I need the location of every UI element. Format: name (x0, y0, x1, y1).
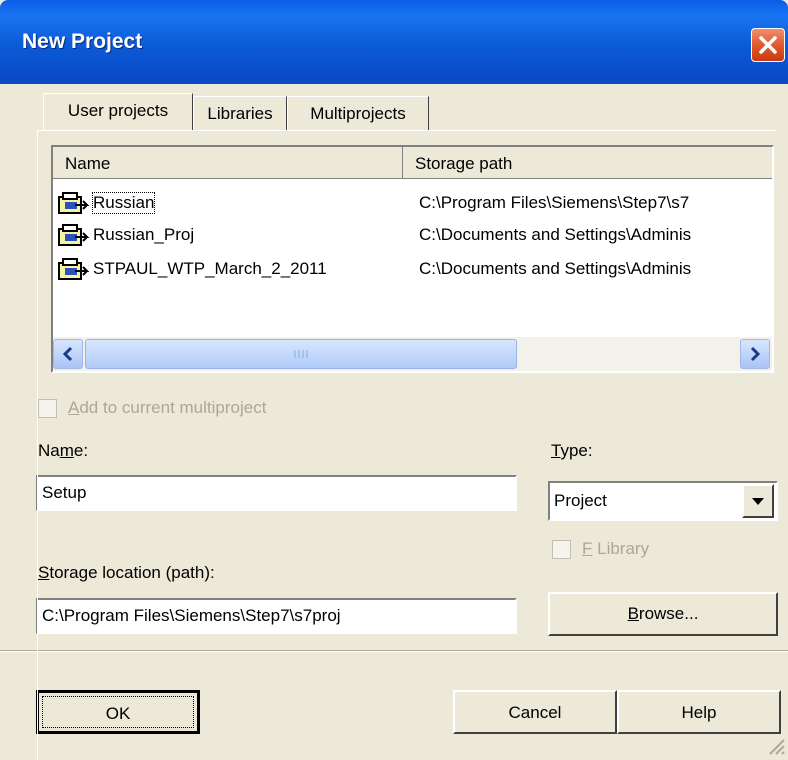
tab-user-projects[interactable]: User projects (43, 93, 193, 130)
tab-label: Multiprojects (310, 104, 406, 123)
tab-panel (37, 130, 777, 760)
window-title: New Project (22, 30, 143, 53)
close-icon (759, 36, 777, 54)
tab-label: User projects (67, 101, 169, 120)
tab-label: Libraries (207, 104, 273, 123)
close-button[interactable] (751, 28, 785, 62)
tab-multiprojects[interactable]: Multiprojects (287, 96, 429, 130)
tab-libraries[interactable]: Libraries (193, 96, 287, 130)
